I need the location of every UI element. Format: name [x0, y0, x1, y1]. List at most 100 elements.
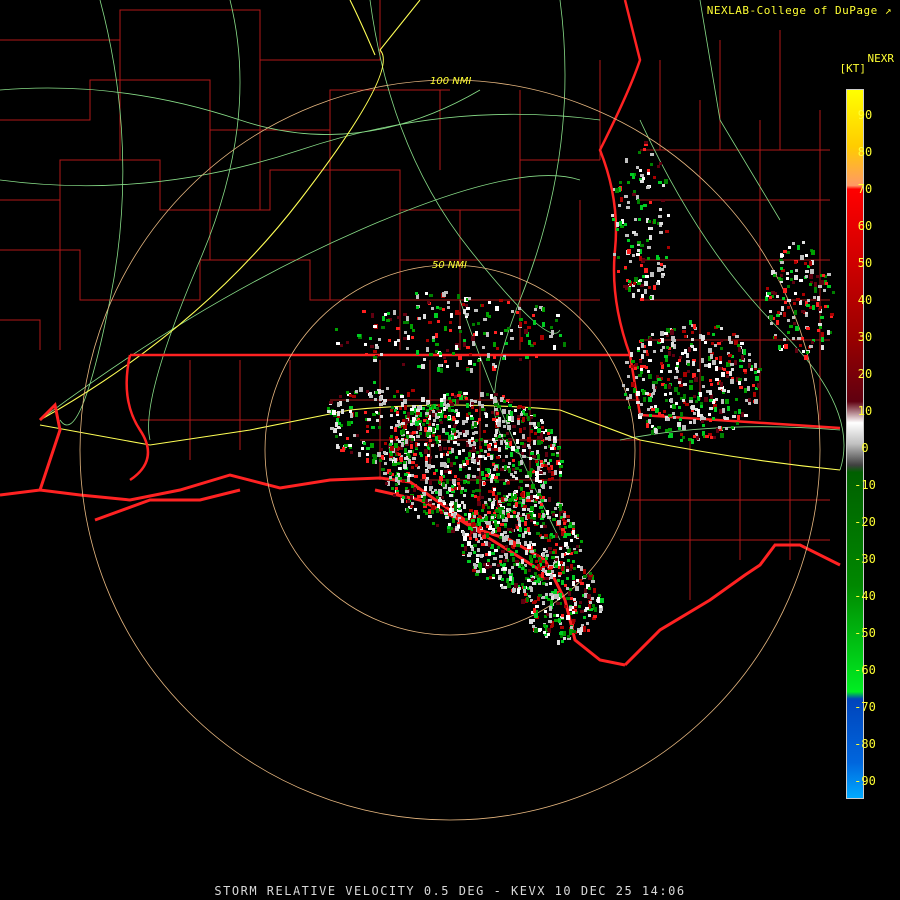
echo-pixel [499, 555, 503, 558]
echo-pixel [789, 325, 793, 328]
echo-pixel [420, 454, 423, 457]
echo-pixel [536, 532, 540, 535]
echo-pixel [580, 540, 583, 543]
echo-pixel [556, 314, 560, 317]
echo-pixel [778, 277, 781, 280]
echo-pixel [650, 153, 654, 156]
echo-pixel [628, 280, 631, 283]
echo-pixel [454, 475, 457, 478]
echo-pixel [653, 389, 656, 392]
echo-pixel [806, 351, 809, 354]
echo-pixel [369, 395, 373, 398]
echo-pixel [486, 312, 489, 317]
echo-pixel [403, 411, 406, 414]
echo-pixel [577, 565, 580, 568]
echo-pixel [547, 570, 551, 573]
echo-pixel [545, 596, 548, 599]
echo-pixel [693, 324, 696, 329]
echo-pixel [357, 334, 361, 337]
echo-pixel [550, 326, 553, 329]
echo-pixel [410, 495, 413, 500]
echo-pixel [519, 469, 522, 472]
echo-pixel [510, 329, 513, 332]
echo-pixel [821, 332, 824, 337]
echo-pixel [782, 297, 785, 300]
echo-pixel [477, 548, 480, 551]
echo-pixel [721, 372, 725, 377]
echo-pixel [539, 560, 542, 563]
echo-pixel [561, 566, 564, 571]
echo-pixel [518, 534, 521, 537]
echo-pixel [809, 283, 812, 286]
echo-pixel [561, 640, 564, 643]
echo-pixel [432, 522, 435, 525]
echo-pixel [426, 402, 429, 405]
echo-pixel [444, 326, 447, 331]
echo-pixel [504, 329, 508, 332]
echo-pixel [524, 593, 527, 596]
echo-pixel [521, 599, 525, 604]
echo-pixel [442, 428, 445, 433]
echo-pixel [341, 409, 344, 414]
echo-pixel [679, 356, 682, 359]
echo-pixel [572, 560, 575, 563]
echo-pixel [470, 368, 473, 373]
echo-pixel [727, 406, 730, 411]
echo-pixel [757, 370, 760, 373]
echo-pixel [373, 359, 377, 362]
echo-pixel [501, 578, 504, 581]
echo-pixel [512, 464, 515, 467]
echo-pixel [613, 253, 616, 256]
echo-pixel [642, 177, 645, 180]
echo-pixel [825, 282, 828, 285]
echo-pixel [503, 571, 506, 574]
echo-pixel [577, 630, 580, 633]
echo-pixel [501, 515, 505, 518]
echo-pixel [510, 411, 513, 416]
echo-pixel [527, 527, 530, 532]
echo-pixel [467, 541, 471, 546]
echo-pixel [719, 361, 722, 364]
echo-pixel [680, 439, 683, 442]
echo-pixel [818, 285, 822, 288]
echo-pixel [474, 495, 477, 498]
echo-pixel [445, 516, 449, 519]
echo-pixel [572, 611, 575, 614]
echo-pixel [448, 471, 451, 474]
echo-pixel [638, 151, 641, 154]
echo-pixel [535, 355, 538, 358]
echo-pixel [541, 572, 544, 575]
echo-pixel [545, 437, 548, 440]
echo-pixel [787, 331, 790, 334]
echo-pixel [677, 392, 680, 395]
echo-pixel [767, 292, 771, 295]
echo-pixel [472, 453, 475, 458]
echo-pixel [479, 526, 482, 529]
echo-pixel [685, 403, 689, 406]
echo-pixel [541, 575, 544, 578]
echo-pixel [567, 635, 570, 638]
echo-pixel [442, 462, 446, 465]
echo-pixel [394, 341, 397, 346]
echo-pixel [476, 558, 479, 563]
echo-pixel [632, 231, 636, 234]
echo-pixel [780, 254, 784, 257]
echo-pixel [720, 327, 723, 330]
echo-pixel [532, 625, 535, 628]
echo-pixel [438, 489, 442, 494]
echo-pixel [417, 443, 420, 446]
echo-pixel [478, 401, 481, 406]
echo-pixel [474, 510, 478, 515]
echo-pixel [588, 587, 591, 590]
echo-pixel [715, 398, 718, 401]
echo-pixel [501, 550, 505, 553]
echo-pixel [533, 495, 536, 498]
echo-pixel [413, 453, 417, 456]
echo-pixel [405, 321, 409, 324]
echo-pixel [821, 280, 824, 285]
echo-pixel [786, 277, 789, 280]
echo-pixel [520, 517, 524, 520]
echo-pixel [672, 354, 675, 357]
echo-pixel [641, 343, 644, 348]
echo-pixel [466, 346, 470, 349]
